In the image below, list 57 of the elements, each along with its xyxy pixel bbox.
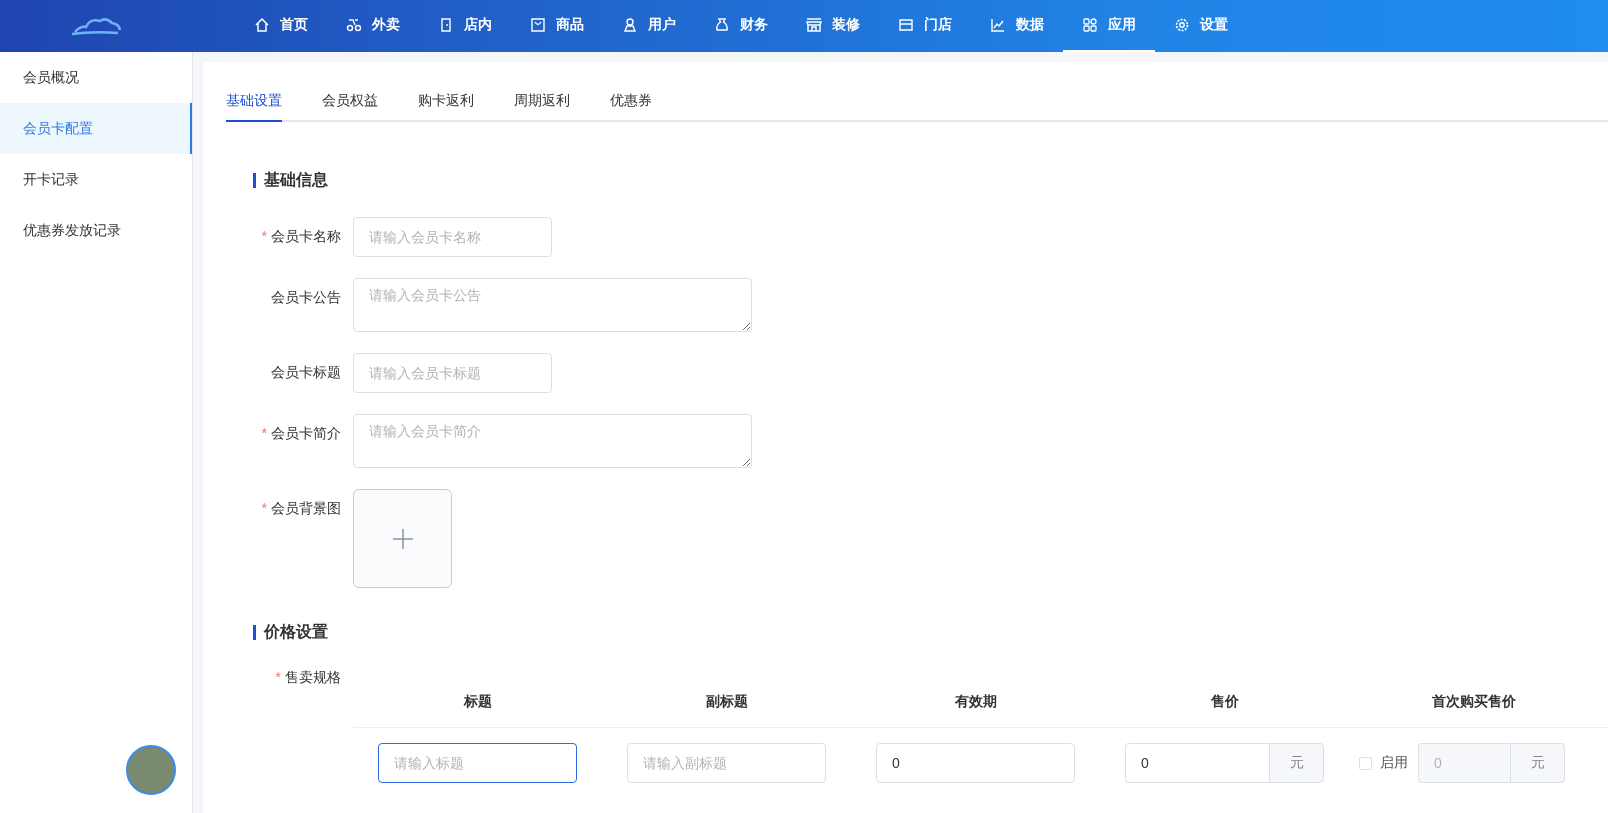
- nav-item[interactable]: 财务: [695, 0, 787, 52]
- nav-item[interactable]: 店内: [419, 0, 511, 52]
- field-label: * 会员卡名称: [261, 228, 341, 244]
- column-header: 有效期: [954, 693, 997, 709]
- field-label: 会员卡标题: [271, 364, 341, 380]
- cloud-logo-icon: [71, 16, 122, 36]
- money-bag-icon: [714, 17, 730, 33]
- nav-item[interactable]: 首页: [235, 0, 327, 52]
- tab[interactable]: 基础设置: [226, 92, 282, 122]
- scooter-icon: [346, 17, 362, 33]
- column-header: 标题: [463, 693, 492, 709]
- storefront-icon: [806, 17, 822, 33]
- field-label: * 售卖规格: [275, 669, 341, 685]
- door-icon: [438, 17, 454, 33]
- subtitle-input-field[interactable]: 请输入副标题: [627, 743, 826, 783]
- textarea-field[interactable]: 请输入会员卡简介: [353, 414, 752, 468]
- field-label: * 会员卡简介: [261, 425, 341, 441]
- price-input-field[interactable]: 0: [1125, 743, 1269, 783]
- nav-item[interactable]: 装修: [787, 0, 879, 52]
- sidebar-item[interactable]: 优惠券发放记录: [0, 205, 192, 256]
- store-icon: [898, 17, 914, 33]
- unit-addon: 元: [1510, 743, 1565, 783]
- validity-input-field[interactable]: 0: [876, 743, 1075, 783]
- home-icon: [254, 17, 270, 33]
- text-input-field[interactable]: 请输入会员卡标题: [353, 353, 552, 393]
- tab[interactable]: 优惠券: [610, 92, 652, 122]
- title-input-field[interactable]: 请输入标题: [378, 743, 577, 783]
- sidebar-item[interactable]: 会员概况: [0, 52, 192, 103]
- nav-item[interactable]: 门店: [879, 0, 971, 52]
- column-header: 售价: [1210, 693, 1239, 709]
- line-chart-icon: [990, 17, 1006, 33]
- tab[interactable]: 购卡返利: [418, 92, 474, 122]
- nav-item[interactable]: 设置: [1155, 0, 1247, 52]
- avatar-photo-placeholder[interactable]: [126, 745, 176, 795]
- bag-icon: [530, 17, 546, 33]
- plus-icon: [391, 527, 414, 550]
- apps-icon: [1082, 17, 1098, 33]
- column-header: 副标题: [705, 693, 748, 709]
- nav-item[interactable]: 用户: [603, 0, 695, 52]
- sidebar-item[interactable]: 开卡记录: [0, 154, 192, 205]
- tab[interactable]: 周期返利: [514, 92, 570, 122]
- column-header: 首次购买售价: [1431, 693, 1516, 709]
- field-label: * 会员背景图: [261, 500, 341, 516]
- tab[interactable]: 会员权益: [322, 92, 378, 122]
- nav-item[interactable]: 商品: [511, 0, 603, 52]
- text-input-field[interactable]: 请输入会员卡名称: [353, 217, 552, 257]
- unit-addon: 元: [1269, 743, 1324, 783]
- section-title: 价格设置: [264, 622, 328, 642]
- nav-item[interactable]: 应用: [1063, 0, 1155, 52]
- nav-item[interactable]: 数据: [971, 0, 1063, 52]
- field-label: 会员卡公告: [271, 289, 341, 305]
- user-icon: [622, 17, 638, 33]
- section-title: 基础信息: [264, 170, 328, 190]
- textarea-field[interactable]: 请输入会员卡公告: [353, 278, 752, 332]
- nav-item[interactable]: 外卖: [327, 0, 419, 52]
- sidebar-item[interactable]: 会员卡配置: [0, 103, 192, 154]
- settings-icon: [1174, 17, 1190, 33]
